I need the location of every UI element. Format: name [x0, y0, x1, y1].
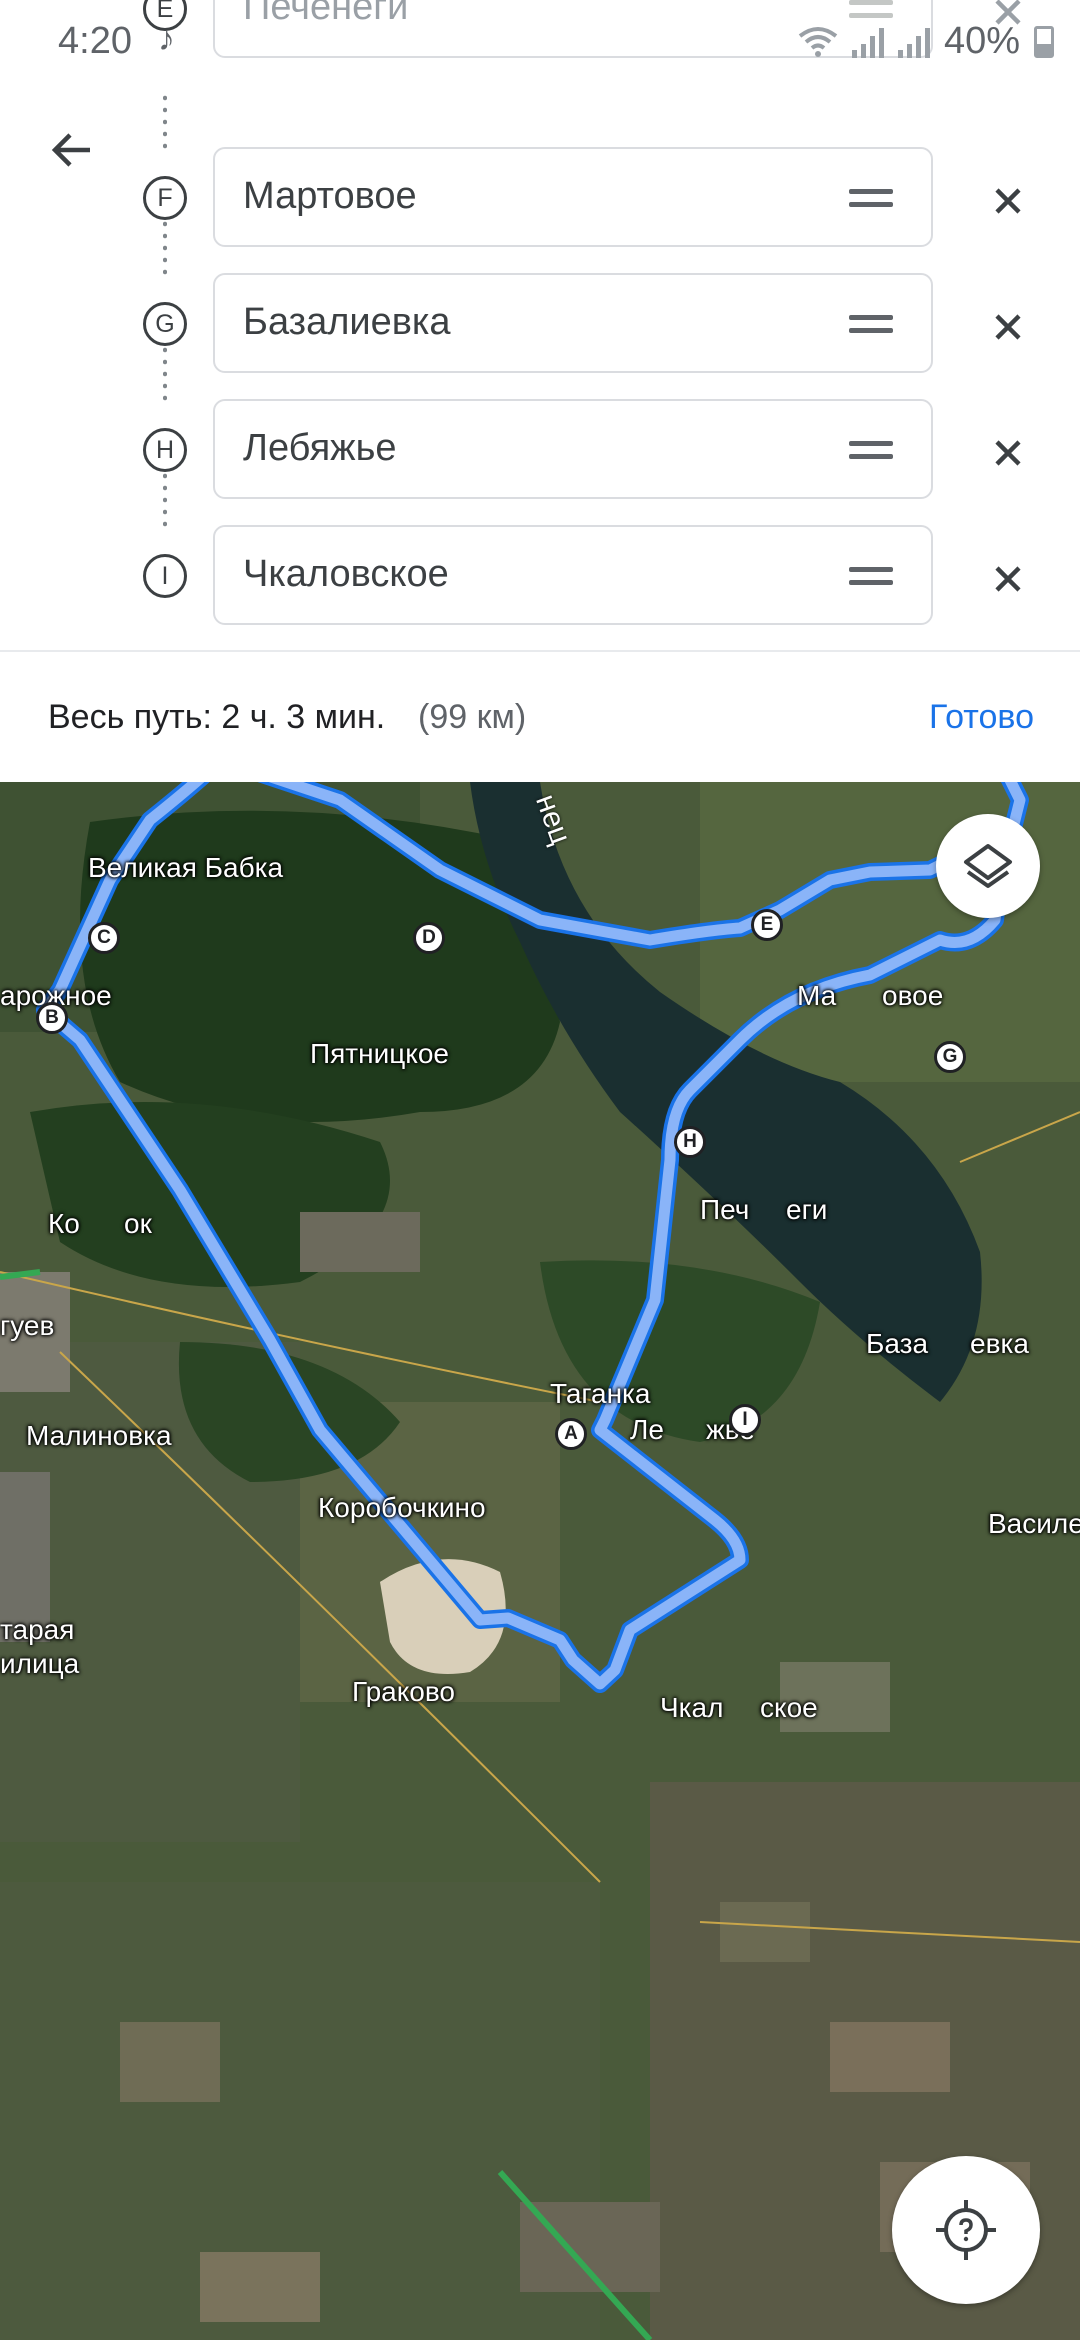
place-label: Ма — [797, 980, 837, 1011]
signal-icon — [851, 26, 884, 58]
place-label: ок — [124, 1208, 152, 1239]
stop-input-text: Мартовое — [243, 175, 417, 217]
place-label: Коробочкино — [318, 1492, 486, 1523]
battery-percent: 40% — [943, 20, 1020, 62]
total-distance: (99 км) — [418, 698, 527, 736]
battery-icon — [1034, 25, 1054, 58]
route-marker-c[interactable]: C — [88, 922, 120, 954]
stop-letter-badge: G — [143, 302, 187, 346]
stop-input-text: Базалиевка — [243, 301, 451, 343]
drag-handle-icon[interactable] — [849, 311, 893, 337]
route-marker-a[interactable]: A — [555, 1418, 587, 1450]
remove-stop-button[interactable] — [984, 303, 1032, 351]
place-label: Великая Бабка — [88, 852, 284, 883]
status-bar: 4:20 ♪ 40% — [0, 0, 1080, 84]
place-label: Чкал — [660, 1692, 724, 1723]
place-label: Печ — [700, 1194, 750, 1225]
stop-row: I Чкаловское — [0, 515, 1080, 641]
system-icons: 40% — [798, 20, 1054, 63]
status-time: 4:20 — [58, 20, 132, 62]
music-note-icon: ♪ — [158, 20, 175, 58]
remove-stop-button[interactable] — [984, 177, 1032, 225]
map-imagery — [0, 782, 1080, 2340]
stop-input[interactable]: Базалиевка — [213, 273, 933, 373]
close-icon — [995, 566, 1021, 592]
place-label: Малиновка — [26, 1420, 172, 1451]
waypoints-panel: E Печенеги F Мартовое G Базалиевка H Леб… — [0, 0, 1080, 652]
place-label: Василе — [988, 1508, 1080, 1539]
layers-icon — [964, 844, 1012, 888]
stop-input[interactable]: Лебяжье — [213, 399, 933, 499]
route-marker-b[interactable]: B — [36, 1002, 68, 1034]
stop-letter-badge: F — [143, 176, 187, 220]
map-layers-button[interactable] — [936, 814, 1040, 918]
stop-input-text: Чкаловское — [243, 553, 449, 595]
close-icon — [995, 440, 1021, 466]
route-marker-g[interactable]: G — [934, 1041, 966, 1073]
close-icon — [995, 188, 1021, 214]
stop-row: H Лебяжье — [0, 389, 1080, 515]
place-label: овое — [882, 980, 944, 1011]
wifi-icon — [798, 26, 838, 57]
signal-2-icon — [897, 26, 930, 58]
place-label: гуев — [0, 1310, 55, 1341]
remove-stop-button[interactable] — [984, 429, 1032, 477]
drag-handle-icon[interactable] — [849, 185, 893, 211]
drag-handle-icon[interactable] — [849, 437, 893, 463]
place-label: тарая — [0, 1614, 75, 1645]
place-label: еги — [786, 1194, 828, 1225]
route-marker-i[interactable]: I — [729, 1404, 761, 1436]
done-button[interactable]: Готово — [929, 698, 1034, 737]
stop-row: G Базалиевка — [0, 263, 1080, 389]
place-label: Ко — [48, 1208, 80, 1239]
route-marker-e[interactable]: E — [751, 909, 783, 941]
place-label: евка — [970, 1328, 1029, 1359]
route-summary: Весь путь: 2 ч. 3 мин. (99 км) Готово — [0, 652, 1080, 782]
stop-letter-badge: I — [143, 554, 187, 598]
total-time: Весь путь: 2 ч. 3 мин. — [48, 698, 386, 736]
place-label: Таганка — [550, 1378, 651, 1409]
place-label: Ле — [630, 1414, 664, 1445]
place-label: ское — [760, 1692, 818, 1723]
place-label: База — [866, 1328, 929, 1359]
close-icon — [995, 314, 1021, 340]
place-label: илица — [0, 1648, 80, 1679]
location-unknown-icon — [936, 2200, 996, 2260]
remove-stop-button[interactable] — [984, 555, 1032, 603]
satellite-map[interactable]: нец Великая Бабка арожное Пятницкое Ма о… — [0, 782, 1080, 2340]
stop-input[interactable]: Мартовое — [213, 147, 933, 247]
stop-row: F Мартовое — [0, 137, 1080, 263]
route-marker-h[interactable]: H — [674, 1126, 706, 1158]
stop-input-text: Лебяжье — [243, 427, 397, 469]
place-label: Граково — [352, 1676, 456, 1707]
place-label: Пятницкое — [310, 1038, 449, 1069]
route-marker-d[interactable]: D — [413, 922, 445, 954]
my-location-button[interactable] — [892, 2156, 1040, 2304]
stop-letter-badge: H — [143, 428, 187, 472]
drag-handle-icon[interactable] — [849, 563, 893, 589]
stop-input[interactable]: Чкаловское — [213, 525, 933, 625]
